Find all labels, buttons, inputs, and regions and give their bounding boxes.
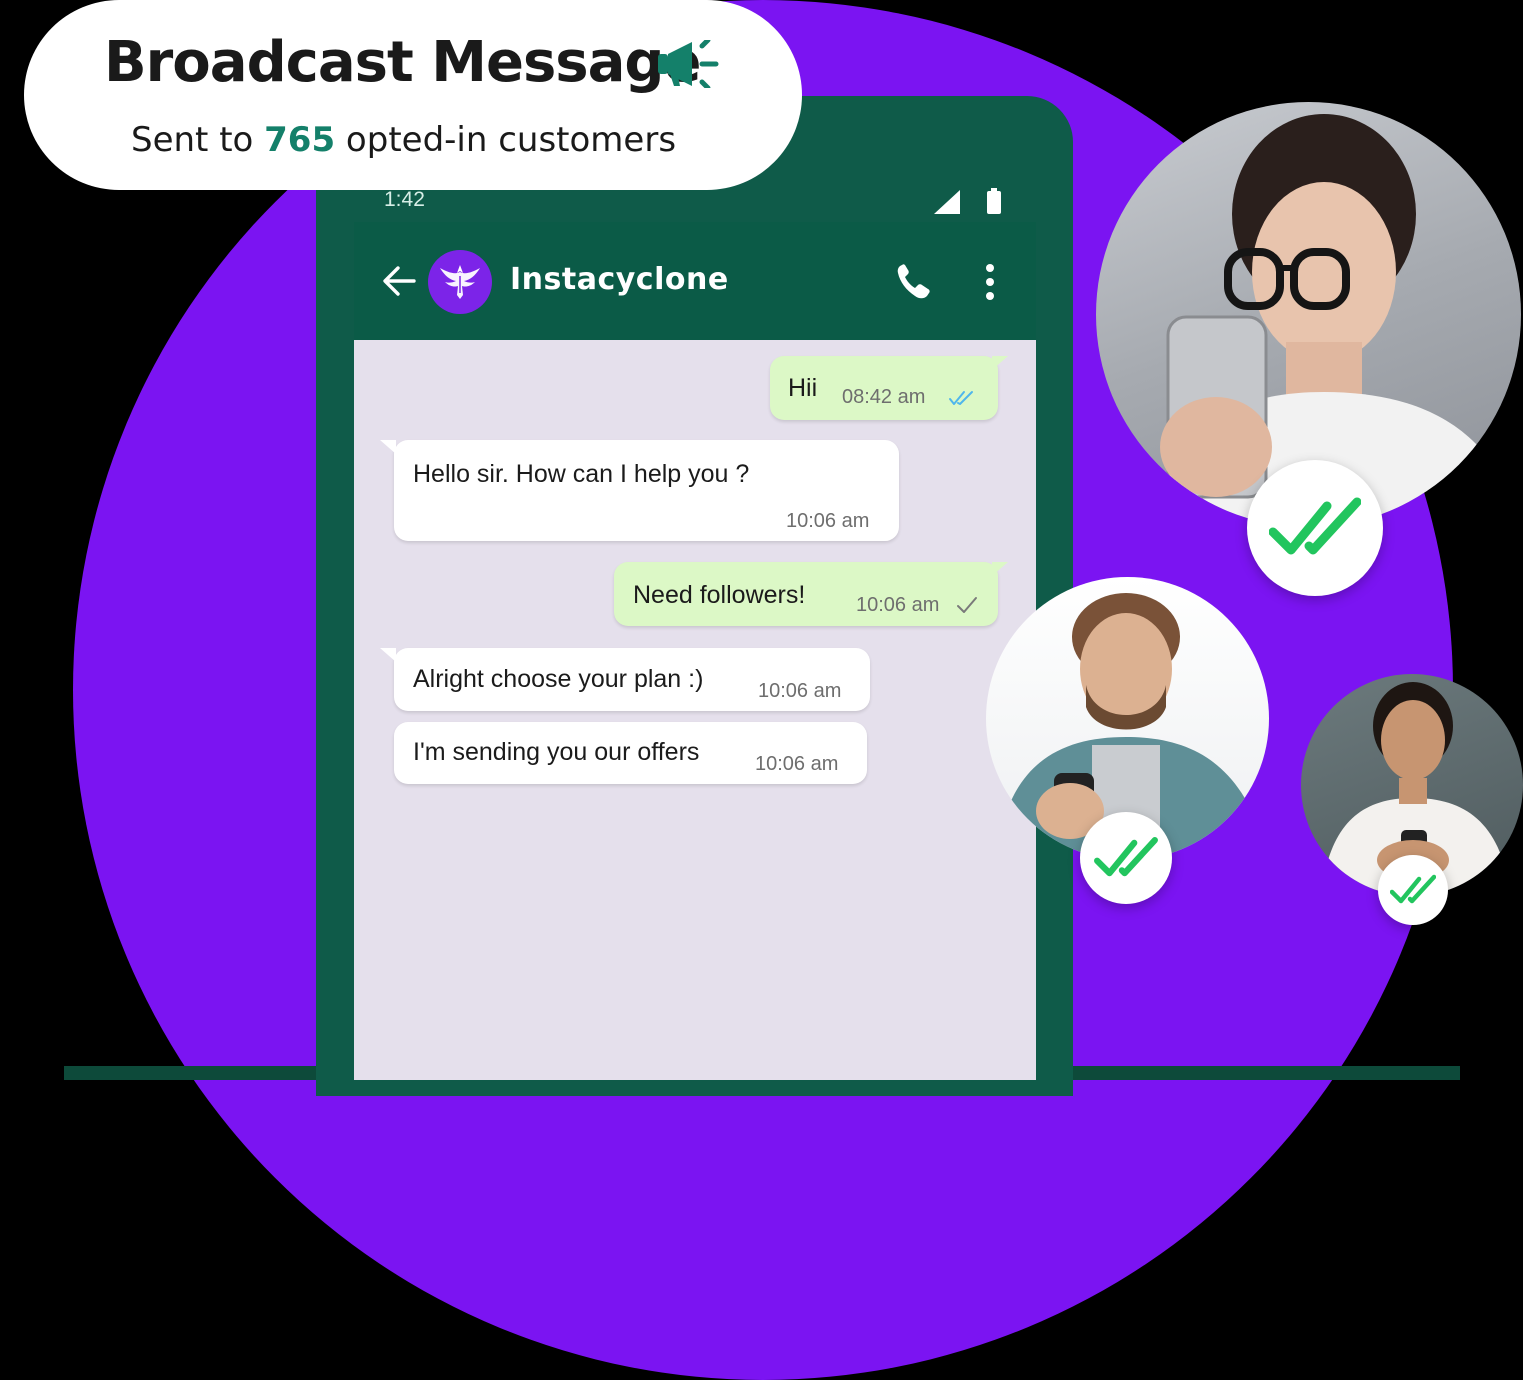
message-text: Need followers! (633, 581, 806, 609)
sent-tick-icon (957, 597, 977, 613)
read-double-tick-icon (949, 391, 973, 405)
bubble-tail (992, 562, 1008, 576)
read-status-badge (1247, 460, 1383, 596)
message-text: Hello sir. How can I help you ? (413, 460, 750, 488)
message-time: 10:06 am (856, 594, 940, 616)
message-time: 08:42 am (842, 386, 926, 408)
status-time: 1:42 (384, 188, 425, 211)
message-incoming[interactable]: I'm sending you our offers 10:06 am (394, 722, 867, 784)
broadcast-card: Broadcast Message Sent to 765 opted-in c… (24, 0, 802, 190)
bubble-tail (380, 648, 396, 662)
message-outgoing[interactable]: Hii 08:42 am (770, 356, 1008, 420)
contact-name[interactable]: Instacyclone (510, 262, 729, 297)
more-vert-icon[interactable] (984, 262, 996, 302)
message-incoming[interactable]: Hello sir. How can I help you ? 10:06 am (380, 440, 899, 541)
bubble-tail (992, 356, 1008, 370)
read-status-badge (1080, 812, 1172, 904)
message-text: Alright choose your plan :) (413, 665, 704, 693)
message-text: I'm sending you our offers (413, 738, 700, 766)
message-text: Hii (788, 374, 818, 402)
megaphone-icon (658, 40, 719, 88)
subtitle-prefix: Sent to (131, 120, 265, 160)
message-outgoing[interactable]: Need followers! 10:06 am (614, 562, 1008, 626)
message-time: 10:06 am (786, 510, 870, 532)
bubble-tail (380, 440, 396, 454)
recipient-count: 765 (264, 120, 336, 160)
back-arrow-icon[interactable] (382, 264, 416, 298)
phoenix-logo-icon (440, 265, 480, 299)
double-check-icon (1390, 874, 1436, 904)
broadcast-subtitle: Sent to 765 opted-in customers (131, 120, 676, 160)
contact-avatar[interactable] (428, 250, 492, 314)
double-check-icon (1269, 497, 1361, 555)
message-time: 10:06 am (758, 680, 842, 702)
double-check-icon (1094, 837, 1158, 877)
broadcast-title: Broadcast Message (104, 30, 701, 95)
battery-icon (987, 188, 1001, 214)
read-status-badge (1378, 855, 1448, 925)
message-incoming[interactable]: Alright choose your plan :) 10:06 am (380, 648, 870, 711)
subtitle-suffix: opted-in customers (335, 120, 677, 160)
chat-area[interactable]: Hii 08:42 am Hello sir. How can I help y… (354, 340, 1036, 1080)
signal-icon (934, 190, 960, 214)
chat-header: Instacyclone (354, 222, 1036, 340)
phone-call-icon[interactable] (894, 262, 934, 302)
message-time: 10:06 am (755, 753, 839, 775)
